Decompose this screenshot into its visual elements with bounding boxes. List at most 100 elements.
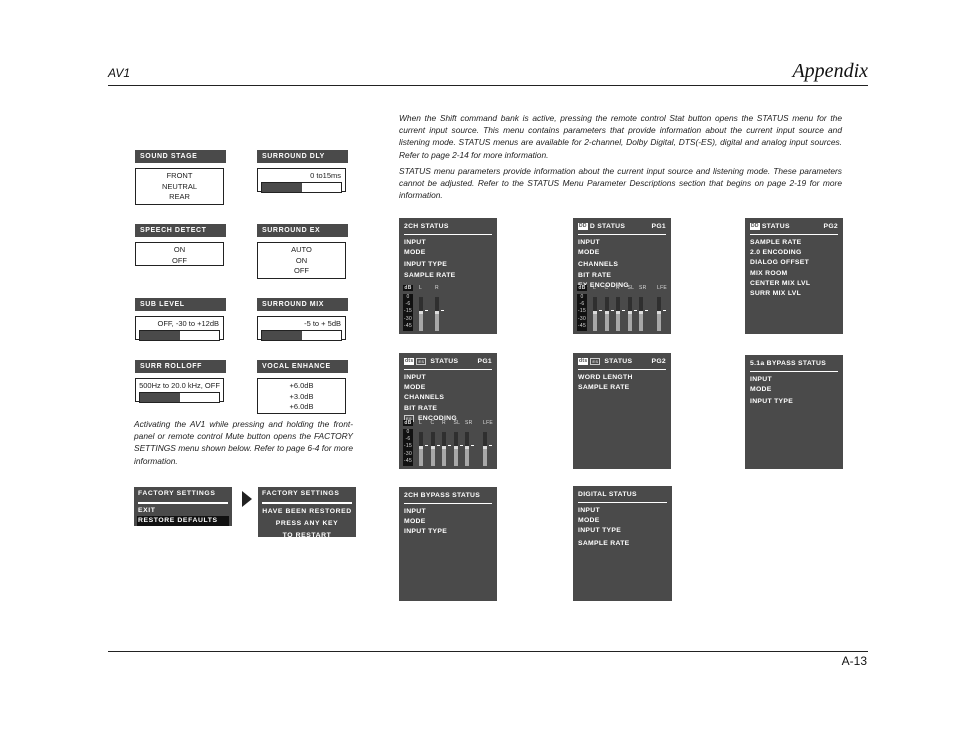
status-item: 2.0 ENCODING [750, 249, 802, 257]
channel-level-bar [483, 432, 487, 466]
db-tick-label: -15 [403, 443, 413, 450]
surround-ex-options: AUTO ON OFF [257, 242, 346, 279]
status-item: MODE [578, 249, 600, 257]
peak-marker [436, 445, 440, 446]
status-screen-dolby-pg1: DD D STATUS PG1 INPUT MODE CHANNELS BIT RA… [573, 218, 671, 334]
title-underline [404, 234, 492, 235]
status-item: CHANNELS [404, 394, 445, 402]
status-item: MODE [578, 517, 600, 525]
channel-label: SL [453, 420, 461, 426]
range-fill [140, 393, 180, 402]
channel-label: LFE [483, 420, 494, 426]
peak-marker [622, 310, 625, 311]
status-item: CENTER MIX LVL [750, 279, 811, 287]
status-item: SURR MIX LVL [750, 290, 802, 298]
screen-title: STATUS [761, 223, 790, 230]
status-item: INPUT [404, 239, 426, 246]
screen-title: 2CH BYPASS STATUS [404, 492, 481, 499]
screen-page: PG2 [651, 358, 666, 365]
page-number: A-13 [841, 654, 867, 668]
db-tick-label: -30 [403, 450, 413, 457]
status-screen-51-bypass: 5.1a BYPASS STATUS INPUT MODE INPUT TYPE [745, 355, 843, 469]
factory-restored-screen: FACTORY SETTINGS HAVE BEEN RESTORED PRES… [258, 487, 356, 539]
surround-dly-range: 0 to15ms [257, 168, 346, 193]
status-screen-dts-pg2: dts ES STATUS PG2 WORD LENGTH SAMPLE RATE [573, 353, 671, 469]
db-label: dB [577, 285, 587, 291]
status-item: SAMPLE RATE [750, 239, 802, 246]
title-underline [404, 369, 492, 370]
status-item: CHANNELS [578, 261, 619, 269]
option: FRONT [166, 171, 193, 180]
option: REAR [169, 192, 190, 201]
arrow-right-icon [242, 491, 252, 507]
option: ON [295, 255, 308, 265]
range-bar [139, 392, 220, 403]
surr-rolloff-label: SURR ROLLOFF [135, 360, 226, 373]
range-text: OFF, -30 to +12dB [157, 319, 220, 328]
status-item: SAMPLE RATE [404, 271, 456, 279]
db-scale: 0 -6 -15 -30 -45 [403, 429, 413, 466]
channel-label: LFE [657, 285, 668, 291]
peak-marker [610, 310, 614, 311]
channel-label: SL [627, 285, 635, 291]
screen-title: 5.1a BYPASS STATUS [750, 360, 827, 367]
level-meter: dB 0 -6 -15 -30 -45 L C R SL SR LFE [403, 420, 493, 466]
db-tick-label: -45 [403, 457, 413, 464]
channel-label: C [604, 285, 609, 291]
db-tick-label: -6 [579, 301, 585, 308]
channel-level-bar [430, 432, 435, 466]
speech-detect-label: SPEECH DETECT [135, 224, 226, 237]
status-item: INPUT [578, 507, 600, 514]
channel-level-bar [435, 297, 439, 331]
level-meter: dB 0 -6 -15 -30 -45 L R [403, 285, 493, 331]
speech-detect-options: ON OFF [135, 242, 224, 266]
title-underline [750, 234, 838, 235]
peak-marker [663, 310, 666, 311]
channel-label: SR [639, 285, 647, 291]
title-underline [578, 234, 666, 235]
peak-marker [425, 310, 428, 311]
channel-label: C [430, 420, 435, 426]
screen-title: 2CH STATUS [404, 223, 449, 230]
channel-level-bar [604, 297, 609, 331]
db-label: dB [403, 420, 413, 426]
range-text: 0 to15ms [310, 171, 341, 180]
channel-label: R [616, 285, 620, 291]
option: NEUTRAL [161, 181, 197, 191]
status-item: WORD LENGTH [578, 374, 633, 381]
peak-marker [471, 445, 474, 446]
surround-dly-label: SURROUND DLY [257, 150, 348, 163]
screen-page: PG1 [477, 358, 492, 365]
header-product-name: AV1 [108, 66, 131, 80]
channel-level-bar [657, 297, 661, 331]
db-tick-label: 0 [580, 294, 584, 300]
peak-marker [441, 310, 444, 311]
title-underline [750, 371, 838, 372]
channel-level-bar [639, 297, 643, 331]
screen-title: STATUS [604, 358, 633, 365]
factory-menu-exit[interactable]: EXIT [134, 506, 232, 516]
factory-menu-restore-defaults[interactable]: RESTORE DEFAULTS [137, 516, 229, 526]
db-scale: 0 -6 -15 -30 -45 [403, 294, 413, 331]
title-underline [404, 503, 492, 504]
factory-menu-title: FACTORY SETTINGS [138, 490, 216, 497]
range-fill [262, 183, 302, 192]
title-underline [138, 502, 228, 504]
channel-level-bar [616, 297, 620, 331]
status-item: INPUT [404, 374, 426, 381]
status-item: INPUT TYPE [750, 398, 794, 406]
title-underline [578, 502, 667, 503]
status-item: SAMPLE RATE [578, 384, 630, 392]
status-screen-2ch: 2CH STATUS INPUT MODE INPUT TYPE SAMPLE … [399, 218, 497, 334]
screen-page: PG2 [823, 223, 838, 230]
status-item: BIT RATE [404, 404, 438, 412]
status-item: INPUT TYPE [404, 528, 448, 536]
level-meter: dB 0 -6 -15 -30 -45 L C R SL SR LFE [577, 285, 667, 331]
db-tick-label: -15 [577, 308, 587, 315]
status-screen-dts-pg1: dts ES STATUS PG1 INPUT MODE CHANNELS BIT R… [399, 353, 497, 469]
dolby-logo-icon: DD [750, 222, 760, 230]
status-item: BIT RATE [578, 271, 612, 279]
intro-paragraph-1: When the Shift command bank is active, p… [399, 113, 842, 160]
range-fill [262, 331, 302, 340]
db-tick-label: -30 [577, 315, 587, 322]
